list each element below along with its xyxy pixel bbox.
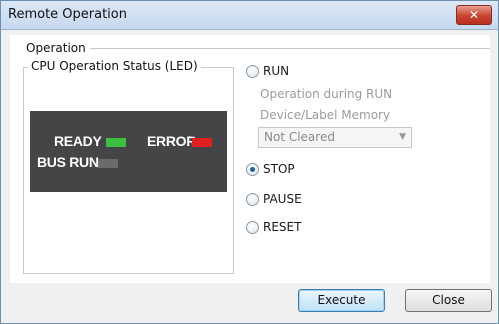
operation-group-border: [90, 48, 490, 49]
operation-during-run-label: Operation during RUN: [260, 87, 393, 101]
button-bar: Execute Close: [1, 283, 498, 323]
device-label-memory-label: Device/Label Memory: [260, 108, 391, 122]
cpu-status-label: CPU Operation Status (LED): [28, 59, 201, 73]
led-error-indicator: [192, 138, 212, 147]
radio-pause-label[interactable]: PAUSE: [263, 192, 302, 206]
remote-operation-dialog: Remote Operation ✕ Operation CPU Operati…: [0, 0, 499, 324]
radio-stop-label[interactable]: STOP: [263, 162, 295, 176]
led-panel: READY ERROR BUS RUN: [30, 111, 227, 192]
execute-button[interactable]: Execute: [298, 289, 385, 312]
memory-clear-value: Not Cleared: [264, 130, 335, 144]
radio-run-label[interactable]: RUN: [263, 64, 289, 78]
window-title: Remote Operation: [8, 7, 127, 22]
led-ready-label: READY: [54, 133, 102, 149]
radio-reset-button[interactable]: [246, 221, 259, 234]
title-bar: Remote Operation ✕: [1, 1, 498, 30]
led-error-label: ERROR: [147, 133, 197, 149]
close-button[interactable]: Close: [405, 289, 492, 312]
radio-run-button[interactable]: [246, 65, 259, 78]
close-icon[interactable]: ✕: [456, 5, 492, 25]
led-bus-run-label: BUS RUN: [37, 154, 99, 170]
operation-group-label: Operation: [23, 41, 89, 55]
chevron-down-icon: ▼: [399, 132, 406, 142]
radio-reset-label[interactable]: RESET: [263, 220, 301, 234]
radio-pause-button[interactable]: [246, 193, 259, 206]
memory-clear-dropdown[interactable]: Not Cleared ▼: [258, 127, 412, 148]
led-ready-indicator: [106, 138, 126, 147]
radio-stop-button[interactable]: [246, 163, 259, 176]
led-bus-run-indicator: [98, 159, 118, 168]
